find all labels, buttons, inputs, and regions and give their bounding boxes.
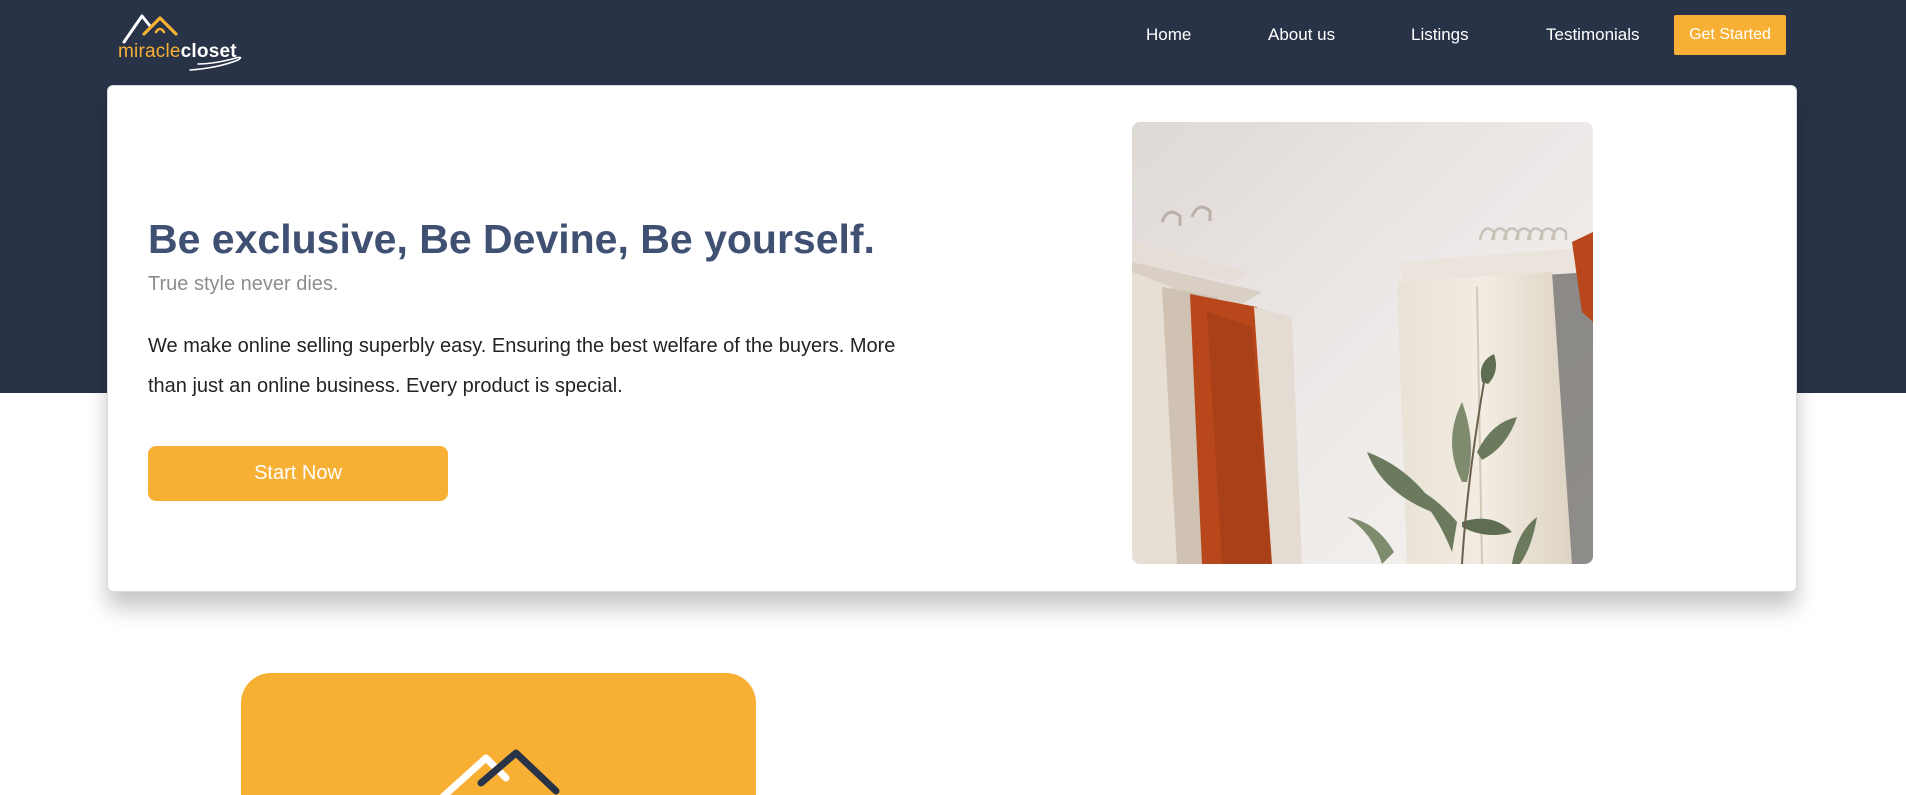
clothing-rack-photo — [1132, 122, 1593, 564]
nav-listings[interactable]: Listings — [1411, 15, 1469, 55]
logo-text-closet: closet — [180, 41, 237, 62]
landing-page: miraclecloset Home About us Listings Tes… — [0, 0, 1906, 795]
clothing-rack-illustration — [1132, 122, 1593, 564]
hero-subtitle: True style never dies. — [148, 273, 339, 295]
logo-text-miracle: miracle — [118, 41, 181, 62]
brand-logo[interactable]: miraclecloset — [118, 12, 248, 74]
nav-about-us[interactable]: About us — [1268, 15, 1335, 55]
nav-testimonials[interactable]: Testimonials — [1546, 15, 1640, 55]
get-started-button[interactable]: Get Started — [1674, 15, 1786, 55]
house-logo-icon — [439, 749, 560, 795]
hero-card: Be exclusive, Be Devine, Be yourself. Tr… — [107, 85, 1797, 592]
logo-wordmark: miraclecloset — [118, 41, 237, 63]
hero-title: Be exclusive, Be Devine, Be yourself. — [148, 216, 875, 262]
feature-card — [241, 673, 756, 795]
nav-home[interactable]: Home — [1146, 15, 1191, 55]
start-now-button[interactable]: Start Now — [148, 446, 448, 501]
hero-description: We make online selling superbly easy. En… — [148, 335, 896, 397]
